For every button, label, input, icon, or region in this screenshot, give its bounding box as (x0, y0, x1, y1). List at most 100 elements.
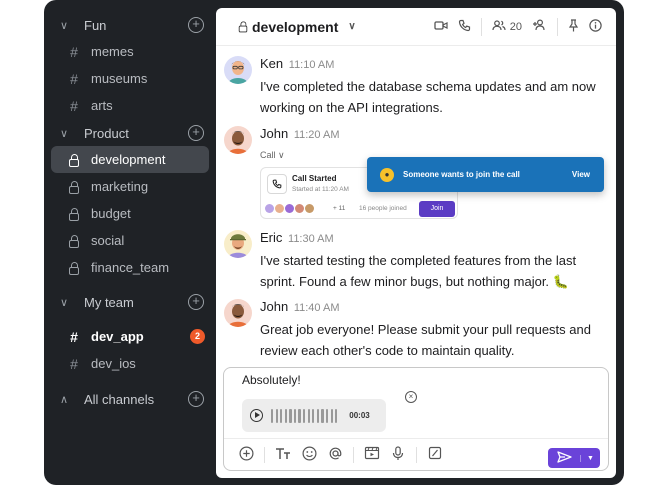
sidebar-item-dev-app[interactable]: # dev_app 2 (51, 323, 209, 350)
author-name[interactable]: Eric (260, 230, 282, 245)
add-member-icon[interactable] (532, 19, 547, 34)
chevron-down-icon: ∨ (60, 127, 69, 140)
chevron-down-icon[interactable]: ∨ (348, 21, 355, 32)
author-name[interactable]: Ken (260, 56, 283, 71)
channel-header: development ∨ 20 (216, 8, 616, 46)
avatar (295, 204, 304, 213)
avatar[interactable] (224, 230, 252, 258)
add-channel-icon[interactable]: + (188, 125, 204, 141)
timestamp: 11:10 AM (288, 59, 335, 71)
chevron-down-icon: ∨ (60, 296, 69, 309)
info-icon[interactable] (589, 18, 602, 35)
channel-panel: development ∨ 20 Ken 11:10 AM I've compl… (216, 8, 616, 478)
call-title: Call Started (292, 174, 337, 183)
mention-icon[interactable] (327, 446, 343, 464)
member-count[interactable]: 20 (510, 21, 522, 33)
phone-icon[interactable] (458, 19, 471, 35)
avatar (265, 204, 274, 213)
send-icon[interactable] (548, 450, 580, 466)
view-button[interactable]: View (572, 170, 590, 179)
pin-icon[interactable] (568, 18, 579, 35)
chevron-down-icon: ∨ (278, 150, 285, 160)
timestamp: 11:20 AM (293, 129, 340, 141)
message-text: I've started testing the completed featu… (260, 253, 577, 289)
lock-icon (69, 234, 79, 248)
lock-icon (69, 153, 79, 167)
lock-icon (238, 20, 248, 32)
section-product[interactable]: ∨ Product + (44, 120, 216, 146)
hash-icon: # (70, 70, 78, 87)
join-request-toast: ● Someone wants to join the call View (367, 157, 604, 192)
sidebar-item-dev-ios[interactable]: # dev_ios (51, 350, 209, 377)
members-icon[interactable] (492, 19, 506, 34)
avatar (275, 204, 284, 213)
add-icon[interactable] (238, 445, 254, 464)
avatar (285, 204, 294, 213)
sidebar-item-development[interactable]: development (51, 146, 209, 173)
section-my-team[interactable]: ∨ My team + (44, 289, 216, 315)
slash-command-icon[interactable] (427, 446, 443, 463)
lock-icon (69, 180, 79, 194)
more-participants: + 11 (333, 205, 346, 212)
play-icon[interactable] (250, 409, 263, 422)
sidebar-item-memes[interactable]: # memes (51, 38, 209, 65)
section-all-channels[interactable]: ∧ All channels + (44, 386, 216, 412)
add-channel-icon[interactable]: + (188, 17, 204, 33)
avatar[interactable] (224, 126, 252, 154)
send-button[interactable]: ▼ (548, 448, 600, 468)
header-tools: 20 (434, 17, 602, 36)
voice-message: 00:03 (242, 399, 386, 432)
video-call-icon[interactable] (434, 20, 448, 34)
chat-app: ∨ Fun + # memes # museums # arts ∨ Product … (44, 0, 624, 485)
remove-voice-icon[interactable]: × (405, 391, 417, 403)
hash-icon: # (70, 328, 78, 345)
lock-icon (69, 207, 79, 221)
timestamp: 11:40 AM (293, 302, 340, 314)
hash-icon: # (70, 97, 78, 114)
hash-icon: # (70, 43, 78, 60)
join-call-button[interactable]: Join (419, 201, 455, 217)
emoji-icon[interactable] (301, 445, 317, 464)
message-text: Great job everyone! Please submit your p… (260, 322, 591, 358)
chevron-up-icon: ∧ (60, 393, 69, 406)
chevron-down-icon: ∨ (60, 19, 69, 32)
unread-badge: 2 (190, 329, 205, 344)
sidebar-item-finance-team[interactable]: finance_team (51, 254, 209, 281)
call-subtitle: Started at 11:20 AM (292, 186, 349, 193)
add-channel-icon[interactable]: + (188, 391, 204, 407)
lock-icon (69, 261, 79, 275)
phone-icon (267, 174, 287, 194)
joined-count: 16 people joined (359, 205, 407, 212)
author-name[interactable]: John (260, 299, 288, 314)
user-icon: ● (380, 167, 394, 182)
message: Ken 11:10 AM I've completed the database… (224, 56, 604, 118)
avatar (305, 204, 314, 213)
message: John 11:40 AM Great job everyone! Please… (224, 299, 604, 361)
message-text: I've completed the database schema updat… (260, 79, 596, 115)
participant-avatars (265, 204, 314, 213)
author-name[interactable]: John (260, 126, 288, 141)
add-channel-icon[interactable]: + (188, 294, 204, 310)
sidebar-item-museums[interactable]: # museums (51, 65, 209, 92)
message-input[interactable]: Absolutely! (242, 373, 301, 387)
toast-text: Someone wants to join the call (403, 170, 520, 179)
channel-title[interactable]: development ∨ (238, 19, 356, 35)
timestamp: 11:30 AM (288, 233, 334, 245)
chevron-down-icon[interactable]: ▼ (580, 454, 600, 462)
hash-icon: # (70, 355, 78, 372)
message: Eric 11:30 AM I've started testing the c… (224, 230, 604, 292)
waveform (271, 408, 338, 423)
avatar[interactable] (224, 56, 252, 84)
section-fun[interactable]: ∨ Fun + (44, 12, 216, 38)
message-composer[interactable]: Absolutely! 00:03 × ▼ (223, 367, 609, 471)
voice-duration: 00:03 (349, 411, 370, 420)
sidebar: ∨ Fun + # memes # museums # arts ∨ Product … (44, 0, 216, 485)
sidebar-item-arts[interactable]: # arts (51, 92, 209, 119)
video-clip-icon[interactable] (364, 446, 380, 463)
sidebar-item-marketing[interactable]: marketing (51, 173, 209, 200)
sidebar-item-budget[interactable]: budget (51, 200, 209, 227)
sidebar-item-social[interactable]: social (51, 227, 209, 254)
avatar[interactable] (224, 299, 252, 327)
format-text-icon[interactable] (275, 447, 291, 463)
microphone-icon[interactable] (390, 445, 406, 464)
